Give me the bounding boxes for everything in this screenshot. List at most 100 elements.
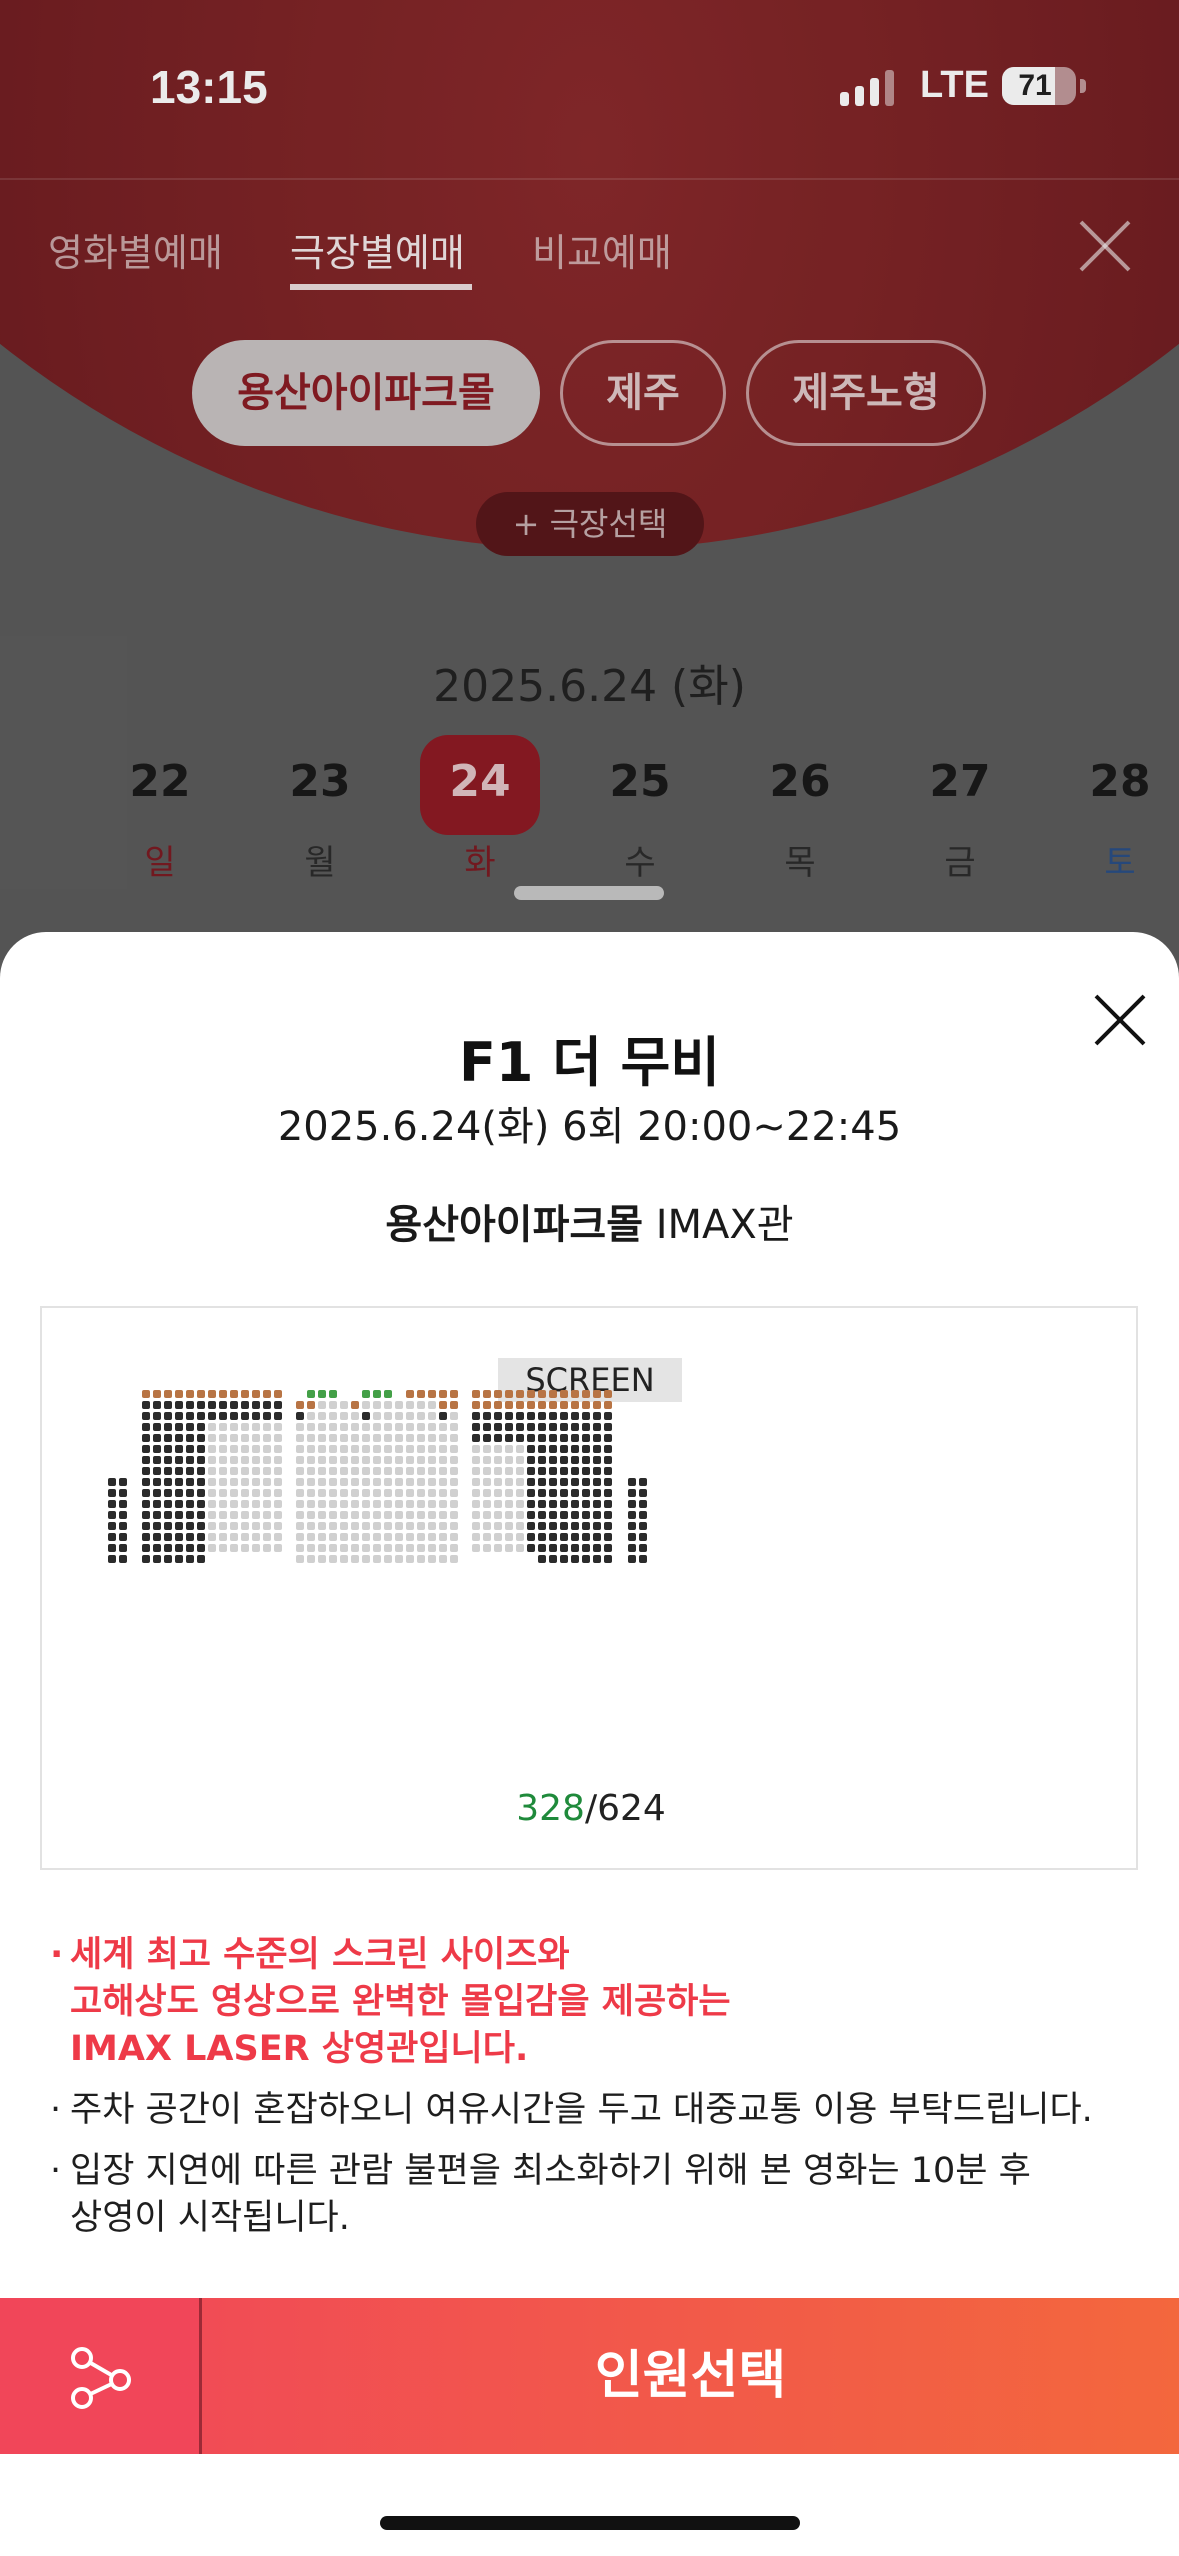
seat[interactable] xyxy=(516,1511,524,1519)
seat[interactable] xyxy=(604,1423,612,1431)
seat[interactable] xyxy=(263,1412,271,1420)
seat[interactable] xyxy=(571,1434,579,1442)
seat[interactable] xyxy=(549,1401,557,1409)
seat[interactable] xyxy=(582,1456,590,1464)
seat[interactable] xyxy=(142,1533,150,1541)
seat[interactable] xyxy=(164,1467,172,1475)
seat[interactable] xyxy=(329,1390,337,1398)
share-button[interactable] xyxy=(0,2298,202,2454)
seat[interactable] xyxy=(450,1478,458,1486)
seat[interactable] xyxy=(340,1511,348,1519)
seat[interactable] xyxy=(417,1533,425,1541)
seat[interactable] xyxy=(538,1500,546,1508)
seat[interactable] xyxy=(164,1434,172,1442)
seat[interactable] xyxy=(417,1390,425,1398)
seat[interactable] xyxy=(340,1522,348,1530)
seat[interactable] xyxy=(219,1489,227,1497)
seat[interactable] xyxy=(560,1489,568,1497)
seat[interactable] xyxy=(197,1555,205,1563)
seat[interactable] xyxy=(362,1555,370,1563)
seat[interactable] xyxy=(252,1500,260,1508)
seat[interactable] xyxy=(406,1467,414,1475)
seat[interactable] xyxy=(208,1412,216,1420)
seat[interactable] xyxy=(406,1423,414,1431)
seat[interactable] xyxy=(417,1500,425,1508)
seat[interactable] xyxy=(516,1522,524,1530)
seat[interactable] xyxy=(119,1500,127,1508)
seat[interactable] xyxy=(164,1456,172,1464)
seat[interactable] xyxy=(571,1489,579,1497)
seat[interactable] xyxy=(164,1511,172,1519)
seat[interactable] xyxy=(604,1390,612,1398)
seat[interactable] xyxy=(450,1544,458,1552)
seat[interactable] xyxy=(560,1412,568,1420)
seat[interactable] xyxy=(186,1522,194,1530)
seat[interactable] xyxy=(362,1544,370,1552)
seat[interactable] xyxy=(384,1478,392,1486)
seat[interactable] xyxy=(505,1456,513,1464)
seat[interactable] xyxy=(274,1478,282,1486)
seat[interactable] xyxy=(505,1489,513,1497)
seat[interactable] xyxy=(329,1478,337,1486)
seat[interactable] xyxy=(505,1478,513,1486)
seat[interactable] xyxy=(318,1445,326,1453)
seat[interactable] xyxy=(483,1423,491,1431)
seat[interactable] xyxy=(362,1478,370,1486)
seat[interactable] xyxy=(263,1401,271,1409)
seat[interactable] xyxy=(538,1423,546,1431)
seat[interactable] xyxy=(373,1489,381,1497)
seat[interactable] xyxy=(549,1511,557,1519)
seat[interactable] xyxy=(516,1533,524,1541)
seat[interactable] xyxy=(494,1500,502,1508)
seat[interactable] xyxy=(582,1401,590,1409)
seat[interactable] xyxy=(164,1412,172,1420)
seat[interactable] xyxy=(351,1434,359,1442)
seat[interactable] xyxy=(186,1511,194,1519)
seat[interactable] xyxy=(571,1544,579,1552)
seat[interactable] xyxy=(340,1467,348,1475)
seat[interactable] xyxy=(406,1478,414,1486)
seat[interactable] xyxy=(571,1412,579,1420)
seat[interactable] xyxy=(604,1467,612,1475)
seat[interactable] xyxy=(373,1423,381,1431)
seat[interactable] xyxy=(628,1500,636,1508)
seat[interactable] xyxy=(628,1478,636,1486)
seat[interactable] xyxy=(241,1412,249,1420)
seat[interactable] xyxy=(175,1533,183,1541)
seat[interactable] xyxy=(153,1390,161,1398)
seat[interactable] xyxy=(593,1489,601,1497)
seat[interactable] xyxy=(208,1489,216,1497)
seat[interactable] xyxy=(439,1489,447,1497)
seat[interactable] xyxy=(593,1544,601,1552)
seat[interactable] xyxy=(175,1500,183,1508)
seat[interactable] xyxy=(384,1467,392,1475)
seat[interactable] xyxy=(329,1533,337,1541)
seat[interactable] xyxy=(450,1445,458,1453)
seat[interactable] xyxy=(604,1445,612,1453)
seat[interactable] xyxy=(142,1423,150,1431)
seat[interactable] xyxy=(494,1478,502,1486)
seat[interactable] xyxy=(384,1456,392,1464)
seat[interactable] xyxy=(318,1390,326,1398)
seat[interactable] xyxy=(318,1467,326,1475)
seat[interactable] xyxy=(296,1423,304,1431)
seat[interactable] xyxy=(175,1555,183,1563)
seat[interactable] xyxy=(604,1511,612,1519)
seat[interactable] xyxy=(538,1467,546,1475)
seat[interactable] xyxy=(450,1412,458,1420)
seat[interactable] xyxy=(428,1511,436,1519)
seat[interactable] xyxy=(472,1500,480,1508)
seat[interactable] xyxy=(252,1412,260,1420)
seat[interactable] xyxy=(560,1522,568,1530)
seat[interactable] xyxy=(538,1555,546,1563)
seat[interactable] xyxy=(384,1434,392,1442)
seat[interactable] xyxy=(527,1445,535,1453)
seat[interactable] xyxy=(197,1478,205,1486)
seat[interactable] xyxy=(142,1522,150,1530)
seat[interactable] xyxy=(318,1522,326,1530)
seat[interactable] xyxy=(252,1544,260,1552)
seat[interactable] xyxy=(351,1533,359,1541)
seat[interactable] xyxy=(395,1511,403,1519)
seat[interactable] xyxy=(417,1423,425,1431)
seat[interactable] xyxy=(219,1522,227,1530)
